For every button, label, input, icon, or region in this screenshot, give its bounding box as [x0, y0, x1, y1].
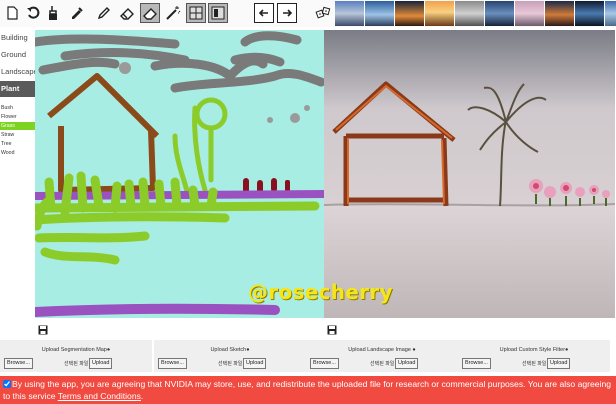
consent-end: . — [140, 391, 144, 401]
subitem-wood[interactable]: Wood — [0, 149, 35, 157]
subitem-bush[interactable]: Bush — [0, 104, 35, 112]
layout-toggle-button[interactable] — [208, 3, 228, 23]
upload-title: Upload Sketch● — [210, 347, 250, 353]
eraser-tool-button[interactable] — [140, 3, 160, 23]
paint-dropper-icon — [72, 7, 83, 19]
new-page-button[interactable] — [2, 3, 22, 23]
undo-icon — [27, 6, 40, 19]
upload-style-filter-panel: Upload Custom Style Filter● Browse... 선택… — [458, 340, 610, 372]
pencil-button[interactable] — [94, 3, 114, 23]
save-icon — [38, 325, 48, 335]
segmentation-canvas[interactable] — [35, 30, 324, 318]
arrow-right-icon — [283, 9, 293, 17]
magic-wand-icon — [166, 6, 181, 20]
subitem-straw[interactable]: Straw — [0, 131, 35, 139]
segmentation-drawing — [35, 31, 324, 317]
new-page-icon — [7, 6, 18, 20]
eraser-tool-icon — [143, 8, 157, 20]
upload-title: Upload Segmentation Map● — [41, 347, 111, 353]
subitem-tree[interactable]: Tree — [0, 140, 35, 148]
eraser-button[interactable] — [117, 3, 137, 23]
layout-toggle-icon — [211, 6, 225, 20]
subitem-flower[interactable]: Flower — [0, 113, 35, 121]
upload-button[interactable]: Upload — [89, 358, 113, 369]
upload-landscape-panel: Upload Landscape Image ● Browse... 선택된 파… — [306, 340, 458, 372]
category-plant[interactable]: Plant — [0, 81, 35, 97]
magic-wand-button[interactable] — [163, 3, 183, 23]
layout-split-button[interactable] — [186, 3, 206, 23]
subitem-grass[interactable]: Grass — [0, 122, 35, 130]
generated-image — [324, 30, 615, 318]
arrow-left-icon — [258, 9, 268, 17]
browse-button[interactable]: Browse... — [462, 358, 491, 369]
browse-button[interactable]: Browse... — [4, 358, 33, 369]
watermark-text: @rosecherry — [248, 280, 393, 304]
category-ground[interactable]: Ground — [0, 47, 35, 63]
next-button[interactable] — [277, 3, 297, 23]
upload-button[interactable]: Upload — [243, 358, 267, 369]
consent-banner: By using the app, you are agreeing that … — [0, 376, 616, 404]
style-thumbnail[interactable] — [575, 1, 604, 26]
upload-button[interactable]: Upload — [395, 358, 419, 369]
paint-bucket-icon — [49, 6, 57, 20]
style-thumbnail[interactable] — [455, 1, 484, 26]
category-building[interactable]: Building — [0, 30, 35, 46]
category-landscape[interactable]: Landscape — [0, 64, 38, 80]
upload-button[interactable]: Upload — [547, 358, 571, 369]
terms-link[interactable]: Terms and Conditions — [58, 391, 141, 401]
upload-title: Upload Landscape Image ● — [348, 347, 416, 353]
save-segmentation-button[interactable] — [38, 322, 48, 335]
upload-panels: Upload Segmentation Map● Browse... 선택된 파… — [0, 340, 616, 372]
save-icon — [327, 325, 337, 335]
random-style-button[interactable] — [313, 3, 333, 23]
browse-button[interactable]: Browse... — [158, 358, 187, 369]
style-thumbnail[interactable] — [605, 1, 616, 26]
style-thumbnail[interactable] — [335, 1, 364, 26]
undo-button[interactable] — [23, 3, 43, 23]
style-thumbnail[interactable] — [395, 1, 424, 26]
prev-button[interactable] — [254, 3, 274, 23]
style-thumbnail[interactable] — [515, 1, 544, 26]
browse-button[interactable]: Browse... — [310, 358, 339, 369]
dice-icon — [315, 6, 331, 19]
save-generated-button[interactable] — [327, 322, 337, 335]
pencil-icon — [97, 7, 110, 20]
eraser-icon — [120, 8, 134, 20]
upload-title: Upload Custom Style Filter● — [499, 347, 569, 353]
layout-split-icon — [189, 6, 203, 20]
toolbar — [0, 0, 616, 27]
generated-scene — [324, 30, 615, 318]
upload-sketch-panel: Upload Sketch● Browse... 선택된 파일 없음 Uploa… — [154, 340, 306, 372]
style-thumbnail[interactable] — [365, 1, 394, 26]
style-thumbnail[interactable] — [425, 1, 454, 26]
style-thumbnail[interactable] — [545, 1, 574, 26]
upload-segmentation-panel: Upload Segmentation Map● Browse... 선택된 파… — [0, 340, 152, 372]
dropper-button[interactable] — [67, 3, 87, 23]
style-thumbnail[interactable] — [485, 1, 514, 26]
fill-button[interactable] — [45, 3, 65, 23]
consent-checkbox[interactable] — [3, 380, 11, 388]
label-sidebar: Building Ground Landscape Plant Bush Flo… — [0, 30, 38, 340]
